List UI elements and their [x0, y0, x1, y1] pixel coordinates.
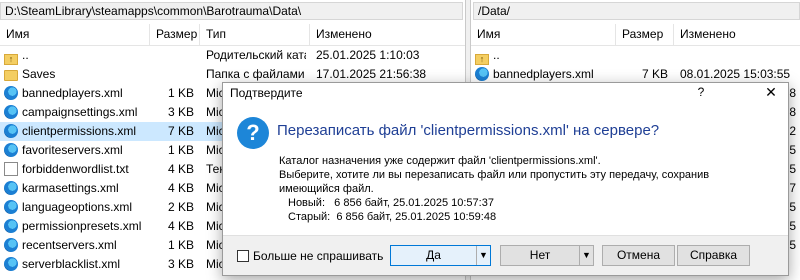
no-button-label: Нет	[529, 248, 551, 262]
file-name-cell: forbiddenwordlist.txt	[4, 160, 150, 179]
file-name-cell: ↑..	[4, 46, 150, 65]
file-name-cell: favoriteservers.xml	[4, 141, 150, 160]
remote-column-size[interactable]: Размер	[616, 24, 674, 46]
parent-folder-icon: ↑	[475, 54, 489, 65]
xml-file-icon	[4, 219, 18, 233]
file-size: 1 KB	[167, 238, 194, 252]
remote-column-modified[interactable]: Изменено	[674, 24, 800, 46]
xml-file-icon	[4, 181, 18, 195]
remote-file-row[interactable]: ↑..	[471, 46, 800, 65]
yes-button-label: Да	[426, 248, 441, 262]
file-size: 2 KB	[167, 200, 194, 214]
local-path-bar[interactable]: D:\SteamLibrary\steamapps\common\Barotra…	[0, 2, 463, 20]
checkbox-box[interactable]	[237, 250, 249, 262]
help-button[interactable]: Справка	[677, 245, 750, 266]
file-name-cell: bannedplayers.xml	[4, 84, 150, 103]
file-name: ..	[22, 48, 29, 62]
file-name: campaignsettings.xml	[22, 105, 138, 119]
file-size: 7 KB	[167, 124, 194, 138]
xml-file-icon	[475, 67, 489, 81]
file-name: serverblacklist.xml	[22, 257, 121, 271]
message-line: Каталог назначения уже содержит файл 'cl…	[279, 155, 601, 167]
file-name: Saves	[22, 67, 56, 81]
file-name-cell: campaignsettings.xml	[4, 103, 150, 122]
file-size: 1 KB	[167, 143, 194, 157]
file-modified: 25.01.2025 1:10:03	[316, 48, 420, 62]
file-type: Родительский ката...	[206, 48, 306, 62]
xml-file-icon	[4, 143, 18, 157]
no-dropdown-icon[interactable]: ▼	[579, 246, 593, 265]
file-size: 4 KB	[167, 219, 194, 233]
no-button[interactable]: Нет ▼	[500, 245, 594, 266]
dialog-message: Каталог назначения уже содержит файл 'cl…	[279, 154, 709, 224]
yes-button[interactable]: Да ▼	[390, 245, 491, 266]
cancel-button[interactable]: Отмена	[602, 245, 675, 266]
file-name: recentservers.xml	[22, 238, 117, 252]
file-name: bannedplayers.xml	[493, 67, 594, 81]
new-file-info: Новый: 6 856 байт, 25.01.2025 10:57:37	[288, 197, 494, 209]
file-name-cell: permissionpresets.xml	[4, 217, 150, 236]
close-icon[interactable]: ✕	[762, 84, 780, 101]
file-name-cell: Saves	[4, 65, 150, 84]
dialog-heading: Перезаписать файл 'clientpermissions.xml…	[277, 122, 660, 139]
file-name: ..	[493, 48, 500, 62]
message-line: имеющийся файл.	[279, 183, 374, 195]
folder-icon	[4, 70, 18, 81]
xml-file-icon	[4, 200, 18, 214]
dialog-titlebar[interactable]: Подтвердите ? ✕	[223, 83, 788, 103]
question-icon: ?	[237, 117, 269, 149]
file-name-cell: recentservers.xml	[4, 236, 150, 255]
file-name: permissionpresets.xml	[22, 219, 142, 233]
file-size: 3 KB	[167, 105, 194, 119]
xml-file-icon	[4, 105, 18, 119]
dialog-footer: Больше не спрашивать Да ▼ Нет ▼ Отмена С…	[223, 235, 788, 275]
overwrite-confirm-dialog: Подтвердите ? ✕ ? Перезаписать файл 'cli…	[222, 82, 789, 276]
remote-column-header: Имя Размер Изменено	[471, 24, 800, 46]
xml-file-icon	[4, 257, 18, 271]
file-size: 4 KB	[167, 181, 194, 195]
column-name[interactable]: Имя	[0, 24, 150, 46]
file-name-cell: serverblacklist.xml	[4, 255, 150, 274]
column-size[interactable]: Размер	[150, 24, 200, 46]
file-name-cell: languageoptions.xml	[4, 198, 150, 217]
text-file-icon	[4, 162, 18, 176]
file-name: karmasettings.xml	[22, 181, 119, 195]
message-line: Выберите, хотите ли вы перезаписать файл…	[279, 169, 710, 181]
file-name: forbiddenwordlist.txt	[22, 162, 129, 176]
column-type[interactable]: Тип	[200, 24, 310, 46]
help-button-label: Справка	[689, 248, 738, 262]
local-column-header: Имя Размер Тип Изменено	[0, 24, 465, 46]
file-size: 4 KB	[167, 162, 194, 176]
cancel-button-label: Отмена	[616, 248, 661, 262]
file-name: clientpermissions.xml	[22, 124, 137, 138]
parent-folder-icon: ↑	[4, 54, 18, 65]
help-icon[interactable]: ?	[692, 85, 710, 99]
file-name: languageoptions.xml	[22, 200, 133, 214]
xml-file-icon	[4, 86, 18, 100]
remote-column-name[interactable]: Имя	[471, 24, 616, 46]
file-size: 1 KB	[167, 86, 194, 100]
remote-path-bar[interactable]: /Data/	[473, 2, 800, 20]
column-modified[interactable]: Изменено	[310, 24, 465, 46]
checkbox-label: Больше не спрашивать	[253, 249, 384, 263]
xml-file-icon	[4, 238, 18, 252]
local-file-row[interactable]: ↑.. Родительский ката... 25.01.2025 1:10:0…	[0, 46, 465, 65]
file-name: bannedplayers.xml	[22, 86, 123, 100]
dialog-title: Подтвердите	[230, 86, 303, 100]
dont-ask-checkbox[interactable]: Больше не спрашивать	[237, 249, 383, 263]
file-name-cell: clientpermissions.xml	[4, 122, 150, 141]
file-name: favoriteservers.xml	[22, 143, 123, 157]
xml-file-icon	[4, 124, 18, 138]
file-name-cell: ↑..	[475, 46, 616, 65]
yes-dropdown-icon[interactable]: ▼	[476, 246, 490, 265]
old-file-info: Старый: 6 856 байт, 25.01.2025 10:59:48	[288, 211, 497, 223]
file-size: 3 KB	[167, 257, 194, 271]
file-name-cell: karmasettings.xml	[4, 179, 150, 198]
